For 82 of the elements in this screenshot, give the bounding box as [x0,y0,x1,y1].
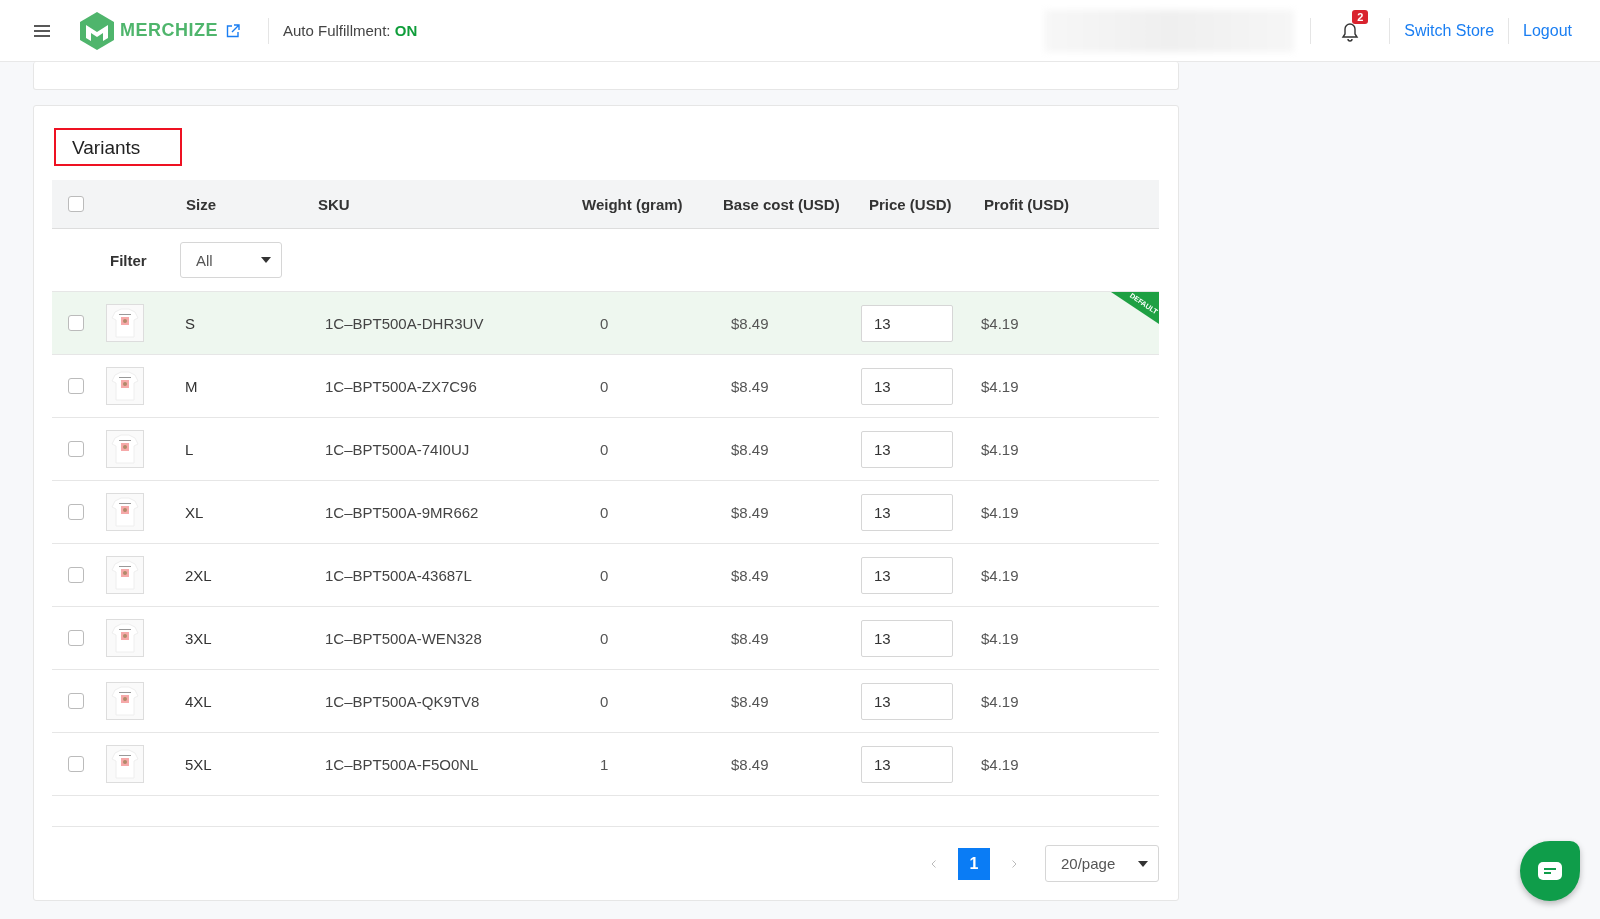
sku-cell-text: 1C–BPT500A-WEN328 [324,629,483,647]
menu-icon[interactable] [34,24,50,37]
base-cost-cell-text: $8.49 [730,755,770,773]
base-cost-cell-text: $8.49 [730,692,770,710]
next-page-icon[interactable] [1012,859,1017,868]
caret-icon [1138,860,1148,867]
profit-cell-text: $4.19 [980,440,1020,458]
profit-cell-text: $4.19 [980,503,1020,521]
size-cell-text: XL [184,503,205,521]
column-header: Weight (gram) [581,195,684,213]
sku-cell-text: 1C–BPT500A-ZX7C96 [324,377,478,395]
external-link-icon[interactable] [226,23,240,38]
column-header: SKU [317,195,351,213]
brand-name: MERCHIZE [120,20,218,41]
chat-icon [1538,862,1562,880]
weight-cell-text: 0 [599,566,610,584]
row-checkbox[interactable] [68,504,84,520]
row-checkbox[interactable] [68,630,84,646]
size-cell-text: 5XL [184,755,213,773]
auto-fulfillment-status: Auto Fulfillment: ON [283,22,418,39]
row-checkbox[interactable] [68,378,84,394]
profit-cell-text: $4.19 [980,314,1020,332]
column-header: Price (USD) [868,195,953,213]
weight-cell-text: 0 [599,377,610,395]
base-cost-cell-text: $8.49 [730,377,770,395]
header-link[interactable]: Logout [1523,21,1572,40]
column-header: Size [185,195,217,213]
profit-cell-text: $4.19 [980,629,1020,647]
sku-cell-text: 1C–BPT500A-F5O0NL [324,755,480,773]
section-title: Variants [54,128,183,166]
weight-cell-text: 0 [599,440,610,458]
notification-badge: 2 [1352,9,1369,24]
row-checkbox[interactable] [68,756,84,772]
size-cell-text: 3XL [184,629,213,647]
sku-cell-text: 1C–BPT500A-QK9TV8 [324,692,481,710]
caret-icon [261,257,271,263]
header-link[interactable]: Switch Store [1404,21,1495,40]
profit-cell-text: $4.19 [980,755,1020,773]
base-cost-cell-text: $8.49 [730,503,770,521]
base-cost-cell-text: $8.49 [730,629,770,647]
sku-cell-text: 1C–BPT500A-74I0UJ [324,440,471,458]
weight-cell-text: 0 [599,629,610,647]
sku-cell-text: 1C–BPT500A-43687L [324,566,473,584]
size-cell-text: 2XL [184,566,213,584]
size-cell-text: S [184,314,196,332]
row-checkbox[interactable] [68,315,84,331]
profit-cell-text: $4.19 [980,566,1020,584]
column-header: Profit (USD) [983,195,1070,213]
sku-cell-text: 1C–BPT500A-9MR662 [324,503,480,521]
price-input[interactable]: 13 [861,304,953,342]
previous-page-icon[interactable] [931,859,936,868]
row-checkbox[interactable] [68,441,84,457]
base-cost-cell-text: $8.49 [730,566,770,584]
profit-cell-text: $4.19 [980,692,1020,710]
price-input[interactable]: 13 [861,619,953,657]
select-all-checkbox[interactable] [68,196,84,212]
logo-icon [78,10,116,51]
weight-cell-text: 1 [599,755,610,773]
price-input[interactable]: 13 [861,682,953,720]
row-checkbox[interactable] [68,693,84,709]
price-input[interactable]: 13 [861,430,953,468]
base-cost-cell-text: $8.49 [730,440,770,458]
page-button[interactable]: 1 [958,847,990,880]
price-input[interactable]: 13 [861,745,953,783]
size-cell-text: L [184,440,195,458]
sku-cell-text: 1C–BPT500A-DHR3UV [324,314,485,332]
profit-cell-text: $4.19 [980,377,1020,395]
chat-button[interactable] [1520,841,1580,901]
row-checkbox[interactable] [68,567,84,583]
price-input[interactable]: 13 [861,493,953,531]
size-cell-text: M [184,377,199,395]
price-input[interactable]: 13 [861,556,953,594]
page-size-dropdown[interactable]: 20/page [1045,845,1159,882]
size-cell-text: 4XL [184,692,213,710]
price-input[interactable]: 13 [861,367,953,405]
weight-cell-text: 0 [599,503,610,521]
size-filter-dropdown[interactable]: All [180,242,282,278]
base-cost-cell-text: $8.49 [730,314,770,332]
column-header: Base cost (USD) [722,195,841,213]
weight-cell-text: 0 [599,314,610,332]
filter-label: Filter [109,251,148,269]
weight-cell-text: 0 [599,692,610,710]
